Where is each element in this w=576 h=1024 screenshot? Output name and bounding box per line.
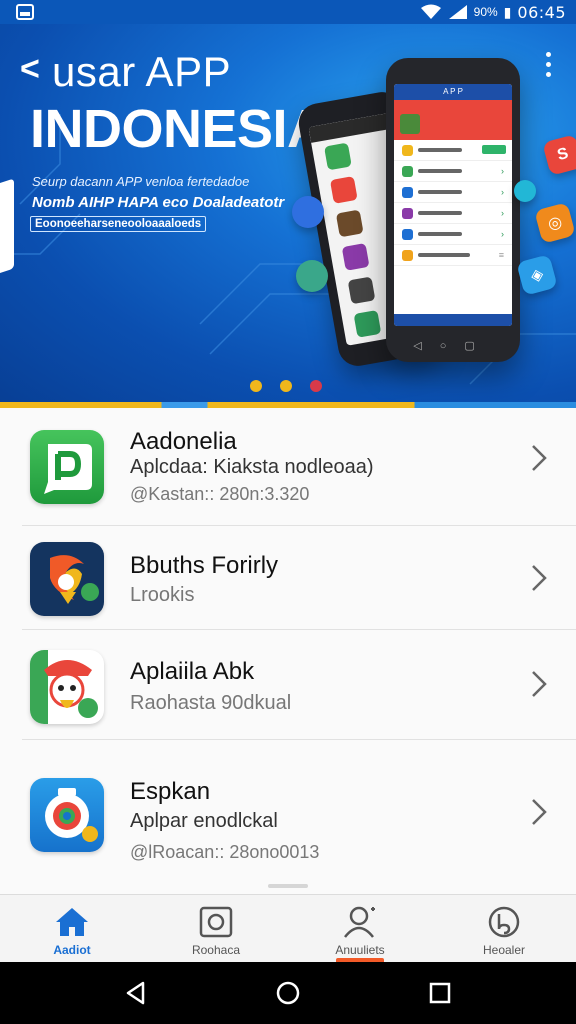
banner-tag: Eoonoeeharseneooloaaaloeds — [30, 216, 207, 232]
chevron-right-icon[interactable] — [530, 798, 548, 826]
banner-headline: INDONESIA — [30, 99, 326, 159]
app-meta: @Kastan:: 280n:3.320 — [130, 484, 310, 504]
phone-app-title: A P P — [394, 84, 512, 100]
user-icon — [344, 906, 375, 938]
carousel-indicator[interactable] — [250, 380, 322, 392]
float-app-icon-green — [296, 260, 328, 292]
banner-title: usar APP — [52, 48, 232, 95]
app-subtitle: Aplcdaa: Kiaksta nodleoaa) — [130, 456, 374, 478]
chevron-right-icon[interactable] — [530, 444, 548, 472]
app-subtitle: Lrookis — [130, 584, 195, 606]
list-item[interactable]: Aplaiila Abk Raohasta 90dkual — [0, 630, 576, 740]
list-item[interactable]: Bbuths Forirly Lrookis — [0, 526, 576, 630]
app-name: Bbuths Forirly — [130, 552, 279, 579]
phone-mockup-front: A P P › › › › ≡ ◁○▢ — [386, 58, 520, 362]
tab-users[interactable]: Anuuliets — [288, 895, 432, 962]
camera-icon — [199, 906, 233, 938]
promo-banner[interactable]: < usar APP INDONESIA Seurp dacann APP ve… — [0, 24, 576, 404]
app-meta: @lRoacan:: 28ono0013 — [130, 842, 320, 862]
list-item[interactable]: Espkan Aplpar enodlckal @lRoacan:: 28ono… — [0, 740, 576, 880]
clock: 06:45 — [517, 2, 566, 22]
chevron-right-icon[interactable] — [530, 564, 548, 592]
recents-nav-icon[interactable] — [427, 980, 453, 1006]
signal-icon — [448, 5, 467, 19]
back-nav-icon[interactable] — [123, 980, 149, 1006]
bottom-tab-bar: Aadiot Roohaca Anuuliets Heoaler — [0, 894, 576, 962]
status-bar: 90% ▮ 06:45 — [0, 0, 576, 24]
tab-label: Anuuliets — [335, 943, 385, 957]
tab-label: Heoaler — [482, 943, 526, 957]
carousel-dot[interactable] — [250, 380, 262, 392]
app-icon-green — [30, 430, 104, 504]
tab-label: Roohaca — [191, 943, 241, 957]
network-label: 90% — [473, 5, 498, 19]
app-icon-mascot — [30, 650, 104, 724]
home-nav-icon[interactable] — [275, 980, 301, 1006]
home-icon — [56, 908, 88, 936]
wifi-icon — [420, 4, 441, 19]
scroll-handle[interactable] — [268, 884, 308, 888]
tab-camera[interactable]: Roohaca — [144, 895, 288, 962]
battery-icon: ▮ — [503, 3, 512, 20]
banner-decoration — [0, 178, 14, 280]
system-nav-bar — [0, 962, 576, 1024]
app-list: Aadonelia Aplcdaa: Kiaksta nodleoaa) @Ka… — [0, 408, 576, 894]
app-icon-flame — [30, 542, 104, 616]
gallery-icon — [16, 4, 34, 20]
list-item[interactable]: Aadonelia Aplcdaa: Kiaksta nodleoaa) @Ka… — [0, 408, 576, 526]
app-subtitle: Raohasta 90dkual — [130, 692, 292, 714]
overflow-menu-icon[interactable] — [544, 52, 552, 77]
app-subtitle: Aplpar enodlckal — [130, 810, 278, 832]
float-app-icon-flag — [292, 196, 324, 228]
banner-subtitle: Seurp dacann APP venloa fertedadoe — [32, 174, 250, 189]
tab-profile[interactable]: Heoaler — [432, 895, 576, 962]
float-app-icon-cyan — [514, 180, 536, 202]
profile-icon — [488, 906, 520, 938]
tab-label: Aadiot — [53, 943, 91, 957]
banner-subtitle-bold: Nomb AIHP HAPA eco Doaladeatotr — [32, 194, 285, 211]
carousel-dot[interactable] — [280, 380, 292, 392]
tab-home[interactable]: Aadiot — [0, 895, 144, 962]
app-icon-camera — [30, 778, 104, 852]
back-icon[interactable]: < — [20, 50, 40, 89]
app-name: Aplaiila Abk — [130, 658, 255, 685]
chevron-right-icon[interactable] — [530, 670, 548, 698]
app-name: Aadonelia — [130, 428, 237, 455]
carousel-dot[interactable] — [310, 380, 322, 392]
app-name: Espkan — [130, 778, 211, 805]
